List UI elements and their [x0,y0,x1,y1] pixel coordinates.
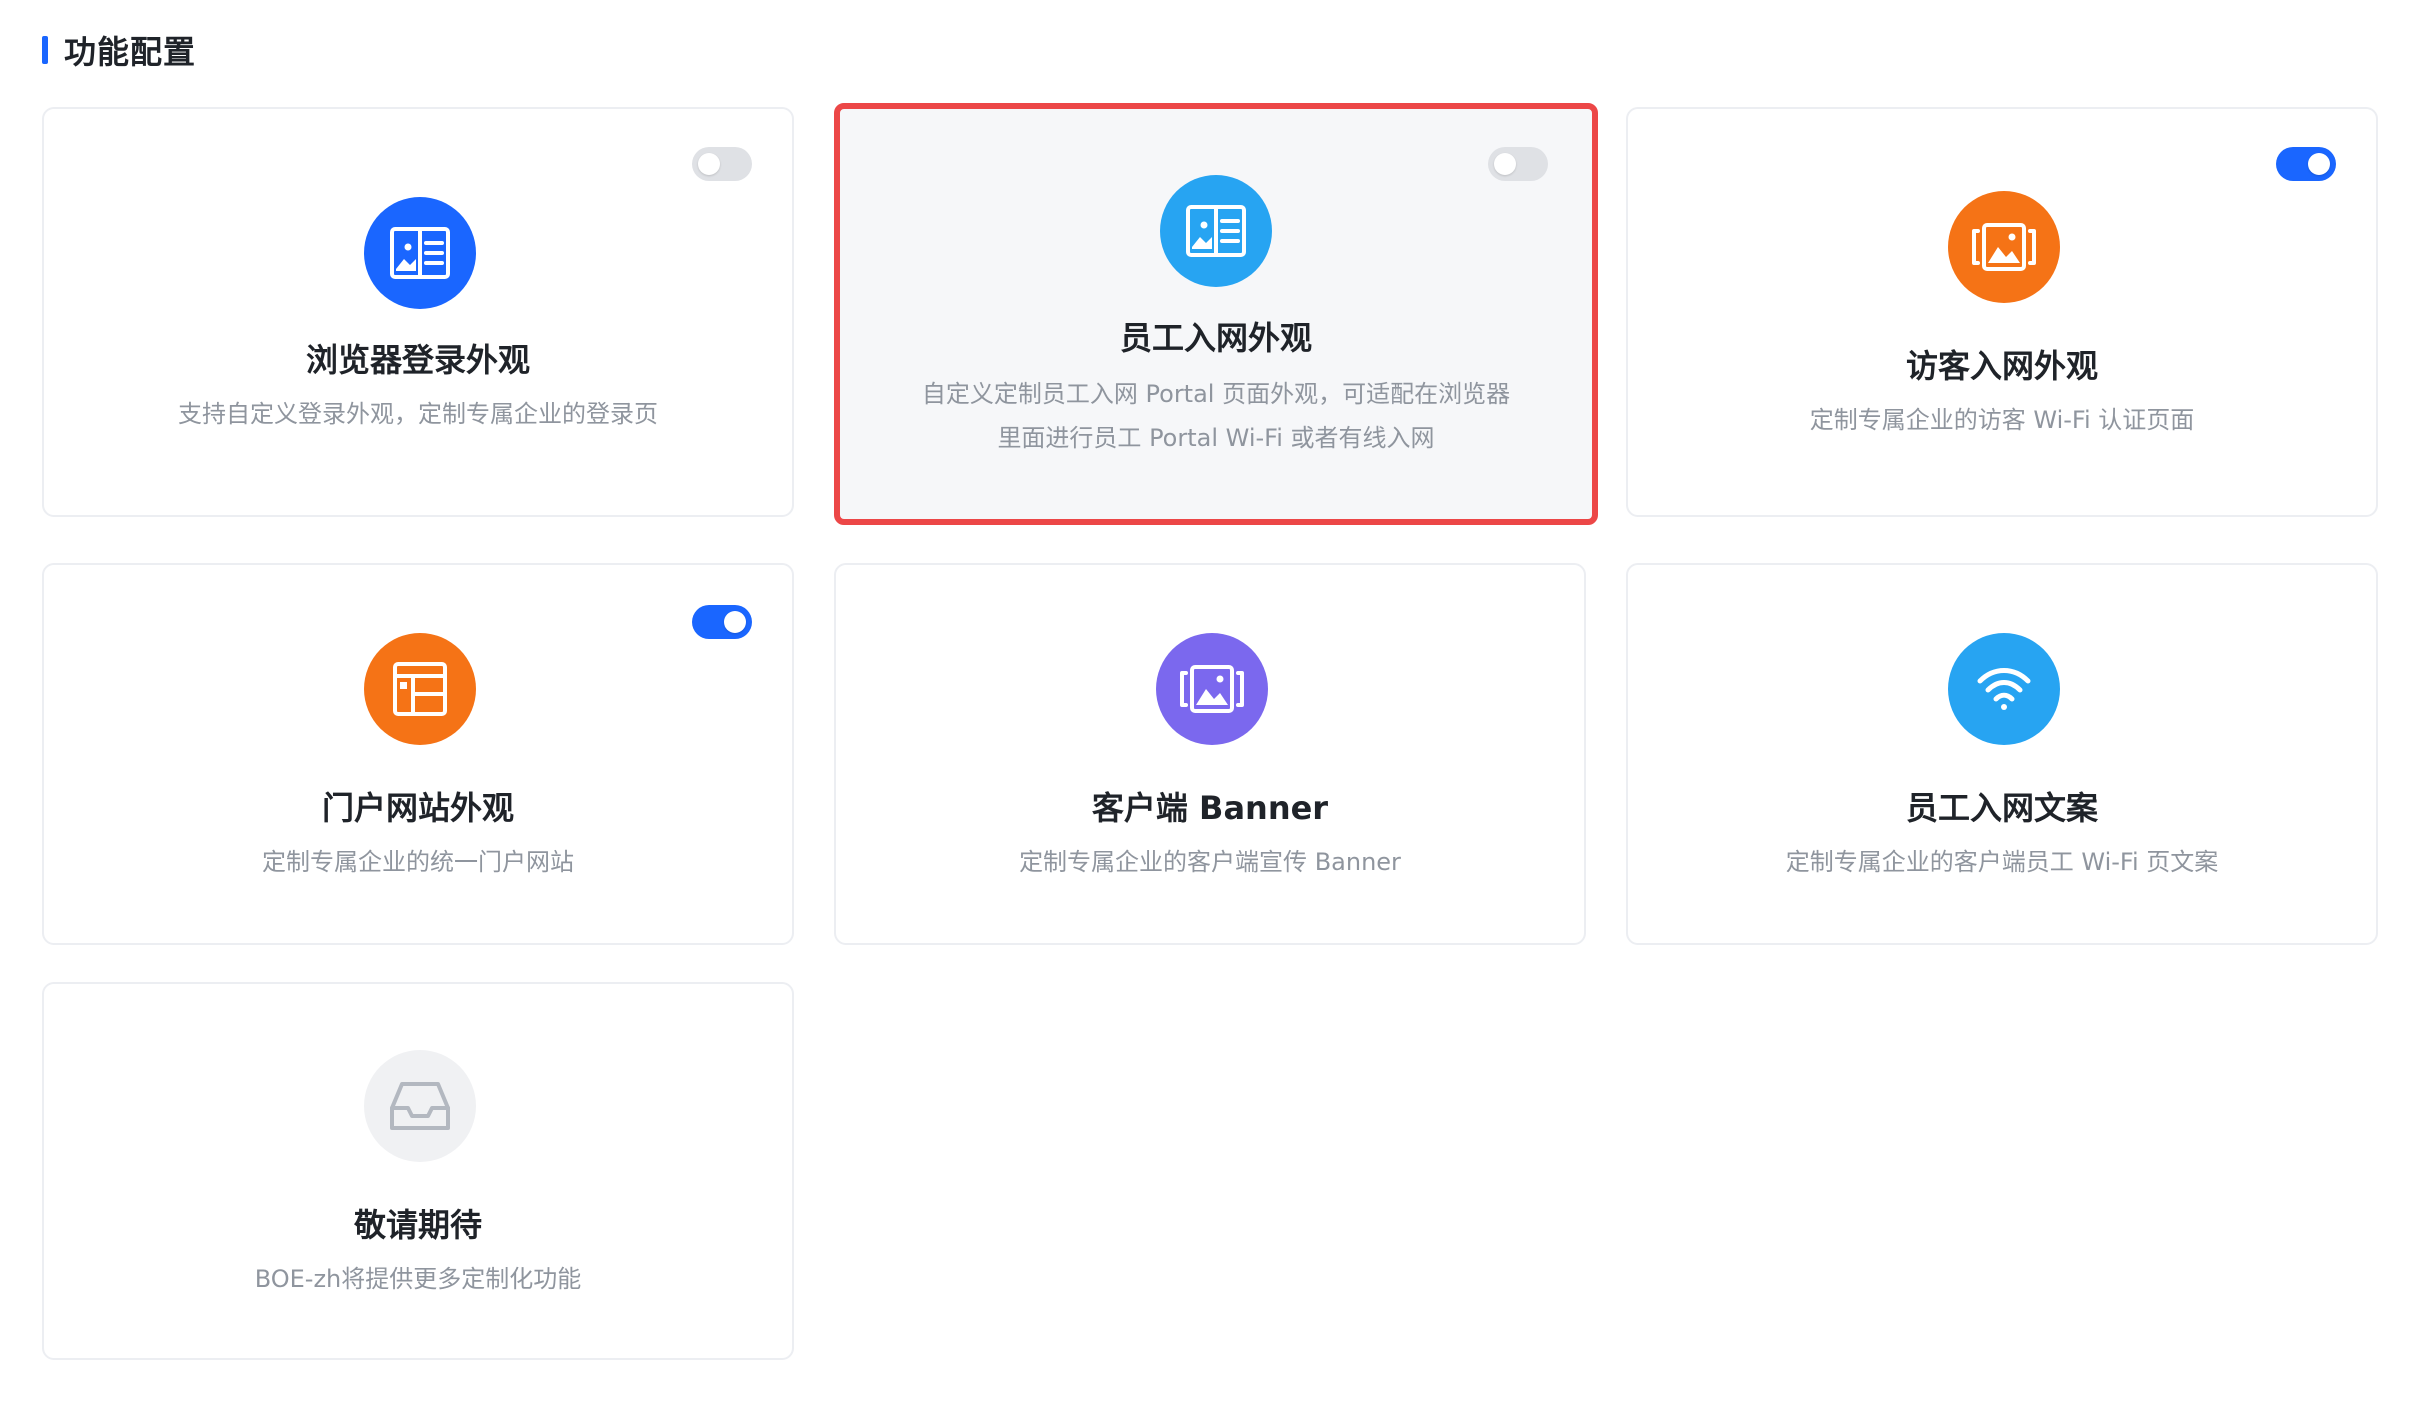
card-employee-network-copy[interactable]: 员工入网文案 定制专属企业的客户端员工 Wi-Fi 页文案 [1626,563,2378,945]
card-visitor-network-appearance[interactable]: 访客入网外观 定制专属企业的访客 Wi-Fi 认证页面 [1626,107,2378,517]
section-header: 功能配置 [42,30,197,71]
section-accent-bar [42,36,48,64]
toggle-switch[interactable] [2276,147,2336,181]
card-browser-login-appearance[interactable]: 浏览器登录外观 支持自定义登录外观，定制专属企业的登录页 [42,107,794,517]
image-frame-icon [1156,633,1268,745]
card-description-line: 支持自定义登录外观，定制专属企业的登录页 [178,400,658,428]
toggle-knob [724,611,746,633]
card-description: 定制专属企业的访客 Wi-Fi 认证页面 [1668,398,2336,442]
card-description-line: 自定义定制员工入网 Portal 页面外观，可适配在浏览器 [921,380,1511,408]
card-title: 员工入网外观 [1119,319,1312,357]
toggle-switch[interactable] [1488,147,1548,181]
card-portal-website-appearance[interactable]: 门户网站外观 定制专属企业的统一门户网站 [42,563,794,945]
browser-layout-icon [1160,175,1272,287]
toggle-knob [698,153,720,175]
card-description: 支持自定义登录外观，定制专属企业的登录页 [84,392,752,436]
toggle-switch[interactable] [692,605,752,639]
card-title: 敬请期待 [353,1206,482,1244]
wifi-icon [1948,633,2060,745]
card-description-line: BOE-zh将提供更多定制化功能 [254,1265,582,1293]
card-title: 门户网站外观 [321,789,514,827]
section-title: 功能配置 [64,33,197,71]
browser-layout-icon [364,197,476,309]
card-description-line: 定制专属企业的访客 Wi-Fi 认证页面 [1809,406,2195,434]
card-description-line: 定制专属企业的客户端宣传 Banner [1019,848,1401,876]
image-frame-icon [1948,191,2060,303]
layout-grid-icon [364,633,476,745]
card-title: 访客入网外观 [1905,347,2098,385]
card-client-banner[interactable]: 客户端 Banner 定制专属企业的客户端宣传 Banner [834,563,1586,945]
toggle-knob [2308,153,2330,175]
card-title: 浏览器登录外观 [305,341,530,379]
toggle-switch[interactable] [692,147,752,181]
card-description: 定制专属企业的客户端宣传 Banner [876,840,1544,884]
card-coming-soon: 敬请期待 BOE-zh将提供更多定制化功能 [42,982,794,1360]
inbox-icon [364,1050,476,1162]
card-employee-network-appearance[interactable]: 员工入网外观 自定义定制员工入网 Portal 页面外观，可适配在浏览器 里面进… [834,103,1598,525]
card-title: 员工入网文案 [1905,789,2098,827]
card-description-line: 定制专属企业的统一门户网站 [262,848,574,876]
card-description: BOE-zh将提供更多定制化功能 [84,1257,752,1301]
card-description: 定制专属企业的统一门户网站 [84,840,752,884]
card-description-line: 里面进行员工 Portal Wi-Fi 或者有线入网 [997,424,1435,452]
card-description: 自定义定制员工入网 Portal 页面外观，可适配在浏览器 里面进行员工 Por… [870,372,1562,460]
toggle-knob [1494,153,1516,175]
card-title: 客户端 Banner [1091,789,1329,827]
card-description-line: 定制专属企业的客户端员工 Wi-Fi 页文案 [1785,848,2219,876]
card-description: 定制专属企业的客户端员工 Wi-Fi 页文案 [1668,840,2336,884]
